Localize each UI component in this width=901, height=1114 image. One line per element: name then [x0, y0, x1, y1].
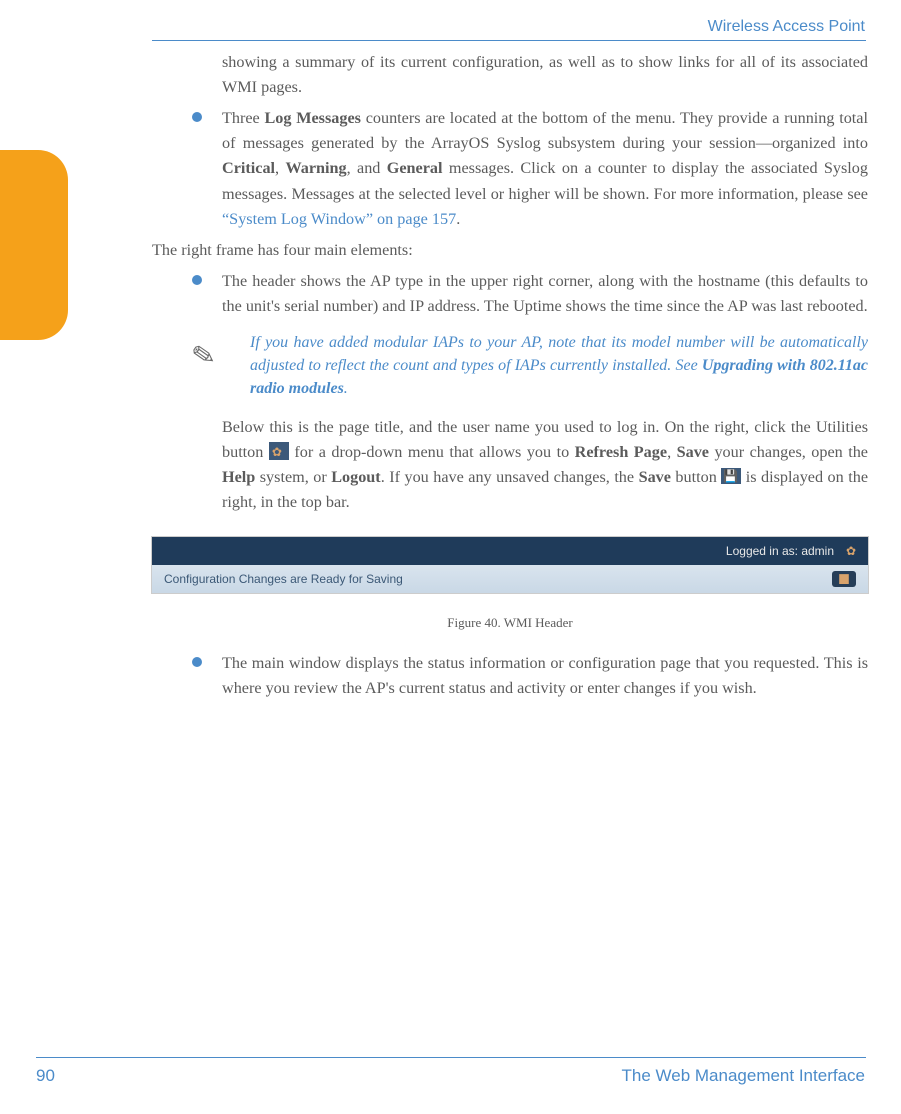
figure-caption: Figure 40. WMI Header: [152, 613, 868, 633]
cross-reference-link[interactable]: “System Log Window” on page 157: [222, 210, 456, 228]
text: Three: [222, 109, 264, 127]
bullet-main-window: The main window displays the status info…: [222, 651, 868, 701]
text: The main window displays the status info…: [222, 654, 868, 697]
bold-text: Logout: [331, 468, 380, 486]
note-block: ✎ If you have added modular IAPs to your…: [152, 331, 868, 401]
page-content: showing a summary of its current configu…: [152, 50, 868, 707]
bullet-icon: [192, 275, 202, 285]
footer-rule: [36, 1057, 866, 1058]
bold-text: Critical: [222, 159, 275, 177]
figure-wmi-header-screenshot: Logged in as: admin ✿ Configuration Chan…: [152, 537, 868, 593]
footer-section-title: The Web Management Interface: [622, 1066, 866, 1086]
running-header: Wireless Access Point: [708, 18, 865, 36]
header-rule: [152, 40, 866, 41]
text: ,: [667, 443, 677, 461]
bold-text: Save: [639, 468, 671, 486]
utilities-gear-icon: [269, 442, 289, 460]
bullet-icon: [192, 112, 202, 122]
side-tab: [0, 180, 68, 310]
bullet-header-description: The header shows the AP type in the uppe…: [222, 269, 868, 319]
text: .: [456, 210, 460, 228]
bold-text: Log Messages: [264, 109, 360, 127]
bold-text: Warning: [285, 159, 346, 177]
save-disk-icon: [721, 468, 741, 484]
page-number: 90: [36, 1066, 55, 1086]
screenshot-save-icon: [832, 571, 856, 587]
paragraph-utilities: Below this is the page title, and the us…: [222, 415, 868, 515]
bold-text: General: [387, 159, 443, 177]
text: your changes, open the: [709, 443, 868, 461]
note-hand-icon: ✎: [188, 333, 219, 380]
paragraph-right-frame-intro: The right frame has four main elements:: [152, 238, 868, 263]
bold-text: Refresh Page: [575, 443, 667, 461]
text: The header shows the AP type in the uppe…: [222, 272, 868, 315]
text: , and: [347, 159, 387, 177]
text: for a drop-down menu that allows you to: [294, 443, 574, 461]
bullet-icon: [192, 657, 202, 667]
screenshot-status-bar: Configuration Changes are Ready for Savi…: [152, 565, 868, 593]
status-text: Configuration Changes are Ready for Savi…: [164, 570, 403, 589]
text: . If you have any unsaved changes, the: [381, 468, 639, 486]
bullet-log-messages: Three Log Messages counters are located …: [222, 106, 868, 232]
text: button: [671, 468, 721, 486]
screenshot-gear-icon: ✿: [844, 542, 858, 561]
paragraph-continuation: showing a summary of its current configu…: [222, 50, 868, 100]
text: ,: [275, 159, 285, 177]
text: .: [344, 380, 348, 397]
text: system, or: [255, 468, 331, 486]
screenshot-top-bar: Logged in as: admin ✿: [152, 537, 868, 565]
note-text: If you have added modular IAPs to your A…: [250, 331, 868, 401]
logged-in-label: Logged in as: admin: [726, 542, 834, 561]
bold-text: Help: [222, 468, 255, 486]
bold-text: Save: [677, 443, 709, 461]
